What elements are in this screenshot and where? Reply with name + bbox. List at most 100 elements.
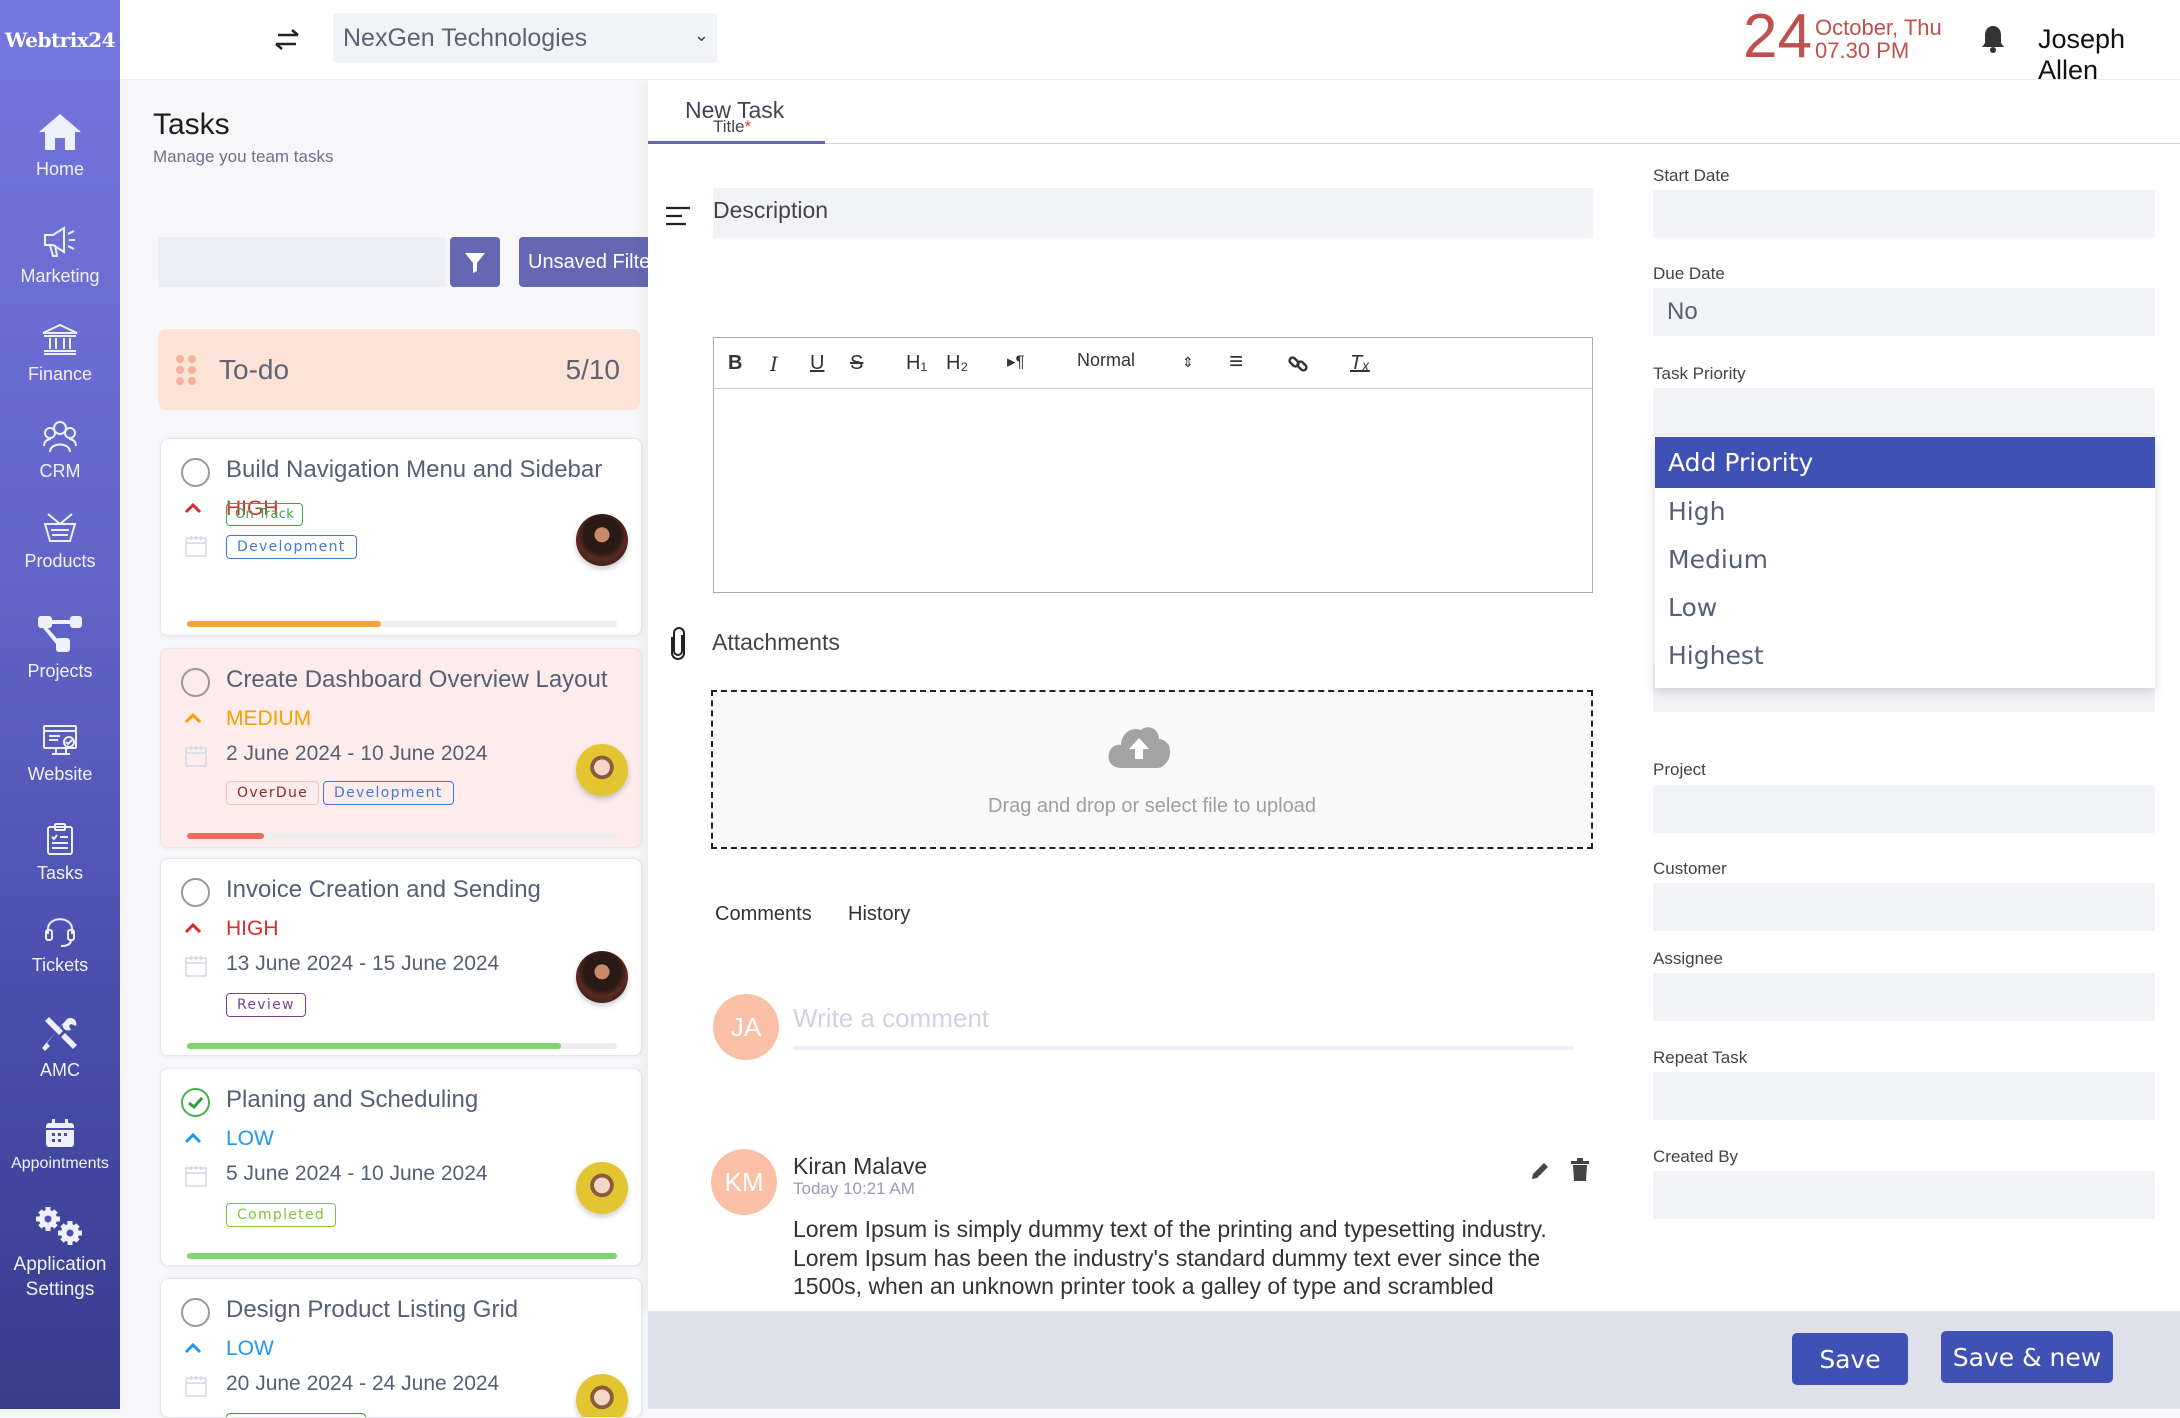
calendar-icon — [185, 956, 207, 977]
repeat-task-input[interactable] — [1653, 1072, 2155, 1120]
form-footer: Save Save & new — [648, 1311, 2180, 1409]
swap-icon[interactable] — [272, 26, 302, 52]
company-select[interactable]: NexGen Technologies ⌄ — [333, 13, 717, 63]
created-by-label: Created By — [1653, 1147, 1739, 1166]
format-select-arrows-icon[interactable]: ⇕ — [1182, 354, 1194, 371]
priority-chevron-up-icon — [184, 712, 202, 724]
sidebar-item-tickets[interactable]: Tickets — [0, 914, 120, 977]
project-input[interactable] — [1653, 785, 2155, 833]
filter-icon — [465, 253, 485, 273]
priority-option-highest[interactable]: Highest — [1655, 632, 2155, 680]
current-user-avatar: JA — [713, 994, 779, 1060]
start-date-label: Start Date — [1653, 166, 1730, 185]
customer-input[interactable] — [1653, 883, 2155, 931]
task-title[interactable]: Build Navigation Menu and Sidebar — [226, 456, 602, 484]
required-asterisk: * — [744, 117, 752, 136]
sidebar-item-projects[interactable]: Projects — [0, 612, 120, 683]
search-input[interactable] — [158, 237, 445, 287]
strikethrough-button[interactable]: S — [850, 352, 863, 375]
trash-icon[interactable] — [1570, 1158, 1590, 1182]
assignee-avatar[interactable] — [576, 951, 628, 1003]
tab-history[interactable]: History — [848, 903, 910, 926]
drag-handle-icon[interactable] — [174, 353, 198, 388]
priority-option-low[interactable]: Low — [1655, 584, 2155, 632]
sidebar-item-finance[interactable]: Finance — [0, 323, 120, 386]
assignee-avatar[interactable] — [576, 1374, 628, 1417]
priority-option-high[interactable]: High — [1655, 488, 2155, 536]
clipboard-icon — [47, 823, 73, 855]
description-icon — [666, 206, 690, 226]
start-date-input[interactable] — [1653, 190, 2155, 238]
task-progress-fill — [187, 1253, 617, 1259]
task-title[interactable]: Invoice Creation and Sending — [226, 876, 541, 904]
task-title[interactable]: Design Product Listing Grid — [226, 1296, 518, 1324]
sidebar-item-amc[interactable]: AMC — [0, 1015, 120, 1082]
underline-button[interactable]: U — [810, 352, 824, 375]
save-button[interactable]: Save — [1792, 1333, 1908, 1385]
task-title[interactable]: Create Dashboard Overview Layout — [226, 666, 608, 694]
time: 07.30 PM — [1815, 38, 1910, 64]
task-card[interactable]: Invoice Creation and Sending HIGH 13 June … — [160, 858, 642, 1056]
headset-icon — [45, 918, 75, 947]
attachments-label: Attachments — [712, 629, 840, 655]
sidebar-item-crm[interactable]: CRM — [0, 420, 120, 483]
italic-button[interactable]: I — [770, 352, 778, 376]
sidebar-item-tasks[interactable]: Tasks — [0, 822, 120, 885]
heading1-button[interactable]: H₁ — [906, 352, 927, 375]
date-day: 24 — [1743, 2, 1812, 71]
assignee-avatar[interactable] — [576, 744, 628, 796]
sidebar-item-appointments[interactable]: Appointments — [0, 1118, 120, 1175]
comment-input[interactable] — [793, 990, 1573, 1050]
title-input[interactable] — [713, 188, 1593, 238]
assignee-avatar[interactable] — [576, 514, 628, 566]
edit-icon[interactable] — [1529, 1160, 1551, 1182]
priority-option-add[interactable]: Add Priority — [1655, 437, 2155, 488]
created-by-input[interactable] — [1653, 1171, 2155, 1219]
task-card[interactable]: Build Navigation Menu and Sidebar HIGH On … — [160, 438, 642, 636]
assignee-avatar[interactable] — [576, 1162, 628, 1214]
task-progress-fill — [187, 621, 381, 627]
sidebar-item-website[interactable]: Website — [0, 723, 120, 786]
heading2-button[interactable]: H₂ — [946, 352, 968, 375]
sidebar-item-products[interactable]: Products — [0, 510, 120, 573]
project-label: Project — [1653, 760, 1706, 779]
task-complete-checkbox[interactable] — [181, 458, 210, 487]
tab-comments[interactable]: Comments — [715, 903, 812, 926]
link-icon[interactable] — [1287, 353, 1309, 375]
align-button[interactable]: ≡ — [1229, 348, 1243, 376]
due-date-input[interactable] — [1653, 288, 2155, 336]
task-dates: 2 June 2024 - 10 June 2024 — [226, 742, 488, 765]
sidebar-item-application-settings[interactable]: Application Settings — [0, 1205, 120, 1302]
task-card[interactable]: Planing and Scheduling LOW 5 June 2024 - 1… — [160, 1068, 642, 1266]
description-editor[interactable]: B I U S H₁ H₂ ▸¶ Normal ⇕ ≡ Tₓ — [713, 337, 1593, 593]
column-header-todo[interactable]: To-do 5/10 — [158, 329, 640, 410]
priority-option-medium[interactable]: Medium — [1655, 536, 2155, 584]
save-and-new-button[interactable]: Save & new — [1941, 1331, 2113, 1383]
assignee-input[interactable] — [1653, 973, 2155, 1021]
filter-button[interactable] — [450, 237, 500, 287]
bold-button[interactable]: B — [728, 352, 742, 375]
cloud-upload-icon — [1108, 727, 1171, 768]
megaphone-icon — [44, 226, 75, 257]
task-complete-checkbox[interactable] — [181, 1298, 210, 1327]
app-logo[interactable]: Webtrix24 — [0, 0, 120, 80]
task-title[interactable]: Planing and Scheduling — [226, 1086, 478, 1114]
bell-icon[interactable] — [1980, 24, 2006, 54]
task-tags: Development — [226, 535, 357, 559]
task-progress-bar — [187, 833, 617, 839]
task-priority-label: Task Priority — [1653, 364, 1746, 383]
task-card[interactable]: Design Product Listing Grid LOW 20 June 20… — [160, 1278, 642, 1418]
format-select[interactable]: Normal — [1077, 350, 1135, 371]
task-priority-select[interactable] — [1653, 388, 2155, 436]
sidebar-item-marketing[interactable]: Marketing — [0, 225, 120, 288]
task-complete-checkbox[interactable] — [181, 668, 210, 697]
text-direction-button[interactable]: ▸¶ — [1007, 352, 1025, 372]
task-complete-checkbox[interactable] — [181, 878, 210, 907]
task-card[interactable]: Create Dashboard Overview Layout MEDIUM 2 … — [160, 648, 642, 848]
sidebar-item-home[interactable]: Home — [0, 112, 120, 181]
file-dropzone[interactable]: Drag and drop or select file to upload — [711, 690, 1593, 849]
top-header: NexGen Technologies ⌄ 24 October, Thu 07… — [120, 0, 2180, 85]
task-complete-checkbox-checked[interactable] — [181, 1088, 210, 1117]
clear-format-button[interactable]: Tₓ — [1350, 352, 1370, 375]
user-name[interactable]: Joseph Allen — [2038, 24, 2180, 86]
